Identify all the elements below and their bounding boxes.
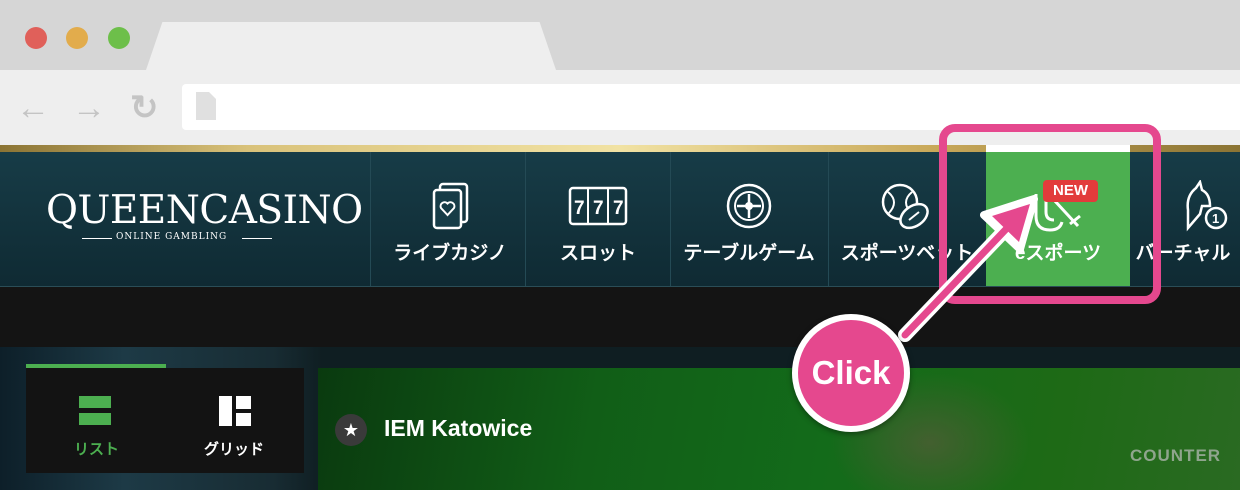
nav-item-slots[interactable]: 7 7 7	[528, 152, 668, 286]
svg-text:7: 7	[593, 198, 604, 219]
svg-text:7: 7	[574, 198, 585, 219]
nav-label-slots[interactable]: スロット	[528, 238, 668, 265]
svg-text:7: 7	[613, 198, 624, 219]
slot-machine-777-icon: 7 7 7	[568, 186, 628, 226]
queen-casino-logo[interactable]: QUEENCASINO	[46, 188, 363, 233]
grid-view-label[interactable]: グリッド	[204, 438, 264, 459]
nav-label-live-casino[interactable]: ライブカジノ	[380, 238, 520, 265]
roulette-wheel-icon	[726, 183, 772, 229]
list-view-icon	[79, 396, 111, 425]
list-view-label[interactable]: リスト	[74, 438, 119, 459]
favorite-star-icon[interactable]: ★	[335, 414, 367, 446]
reload-icon[interactable]: ↻	[130, 88, 159, 128]
annotation-arrow-icon	[898, 195, 1038, 342]
logo-divider-right	[242, 238, 272, 239]
event-title[interactable]: IEM Katowice	[384, 415, 532, 442]
back-arrow-icon[interactable]: ←	[16, 88, 50, 128]
logo-divider-left	[82, 238, 112, 239]
browser-tab[interactable]	[146, 22, 556, 70]
click-callout: Click	[792, 314, 910, 432]
window-minimize-button[interactable]	[66, 27, 88, 49]
nav-separator	[828, 152, 829, 286]
logo-tagline: ONLINE GAMBLING	[116, 232, 228, 242]
nav-label-table-games[interactable]: テーブルゲーム	[675, 238, 823, 265]
page-icon	[196, 92, 216, 120]
virtual-horse-icon: 1	[1186, 180, 1228, 232]
window-close-button[interactable]	[25, 27, 47, 49]
nav-separator	[370, 152, 371, 286]
banner-game-logo-text: COUNTER	[1130, 446, 1222, 465]
nav-item-table-games[interactable]	[675, 152, 823, 286]
window-zoom-button[interactable]	[108, 27, 130, 49]
nav-separator	[670, 152, 671, 286]
grid-view-icon	[219, 396, 251, 426]
forward-arrow-icon[interactable]: →	[72, 88, 106, 128]
playing-card-heart-icon	[432, 182, 469, 230]
svg-text:1: 1	[1212, 211, 1219, 226]
nav-separator	[525, 152, 526, 286]
nav-item-live-casino[interactable]	[380, 152, 520, 286]
